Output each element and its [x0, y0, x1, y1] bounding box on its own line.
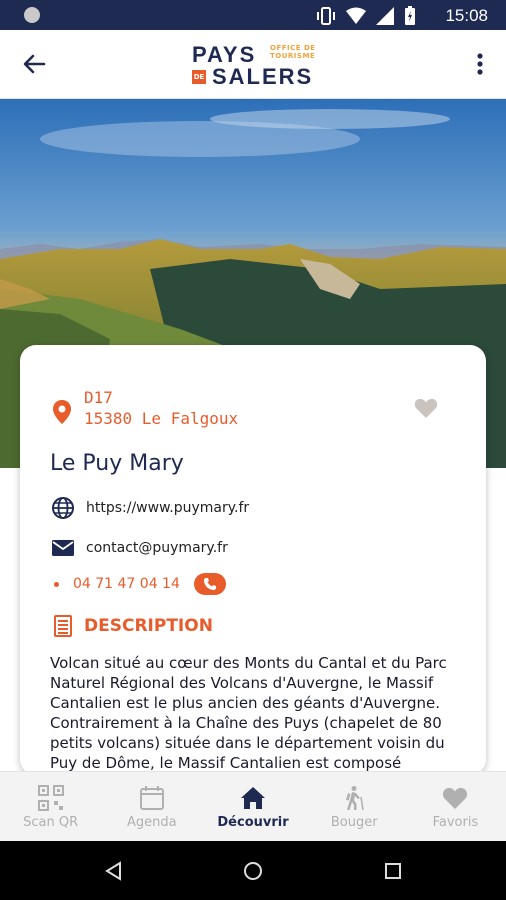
hiker-icon	[346, 785, 364, 810]
nav-favoris[interactable]: Favoris	[405, 772, 506, 842]
system-recents-icon[interactable]	[383, 861, 403, 881]
system-navigation-bar	[0, 841, 506, 900]
back-arrow-icon[interactable]	[20, 50, 48, 78]
document-icon	[54, 615, 72, 637]
address-line1: D17	[84, 388, 113, 407]
email-icon	[50, 535, 76, 561]
email-link[interactable]: contact@puymary.fr	[86, 540, 228, 556]
address: D17 15380 Le Falgoux	[84, 387, 238, 429]
system-home-icon[interactable]	[243, 861, 263, 881]
nav-bouger-label: Bouger	[330, 814, 378, 830]
description-heading: DESCRIPTION	[54, 615, 213, 637]
status-icons	[316, 6, 416, 26]
system-back-icon[interactable]	[104, 861, 124, 881]
favorite-heart-icon[interactable]	[414, 397, 438, 419]
email-row[interactable]: contact@puymary.fr	[50, 535, 228, 561]
nav-bouger[interactable]: Bouger	[304, 772, 405, 842]
wifi-icon	[346, 7, 366, 24]
nav-favoris-label: Favoris	[432, 814, 479, 830]
nav-agenda[interactable]: Agenda	[101, 772, 202, 842]
vibrate-icon	[317, 7, 335, 25]
signal-icon	[376, 7, 394, 25]
call-button[interactable]	[193, 573, 226, 595]
nav-scan-label: Scan QR	[23, 814, 79, 830]
nav-decouvrir-label: Découvrir	[217, 814, 289, 830]
location-pin-icon	[53, 400, 71, 424]
qr-code-icon	[37, 784, 64, 811]
battery-icon	[405, 6, 415, 25]
phone-icon	[203, 578, 216, 590]
nav-agenda-label: Agenda	[127, 814, 177, 830]
phone-row[interactable]: 04 71 47 04 14	[54, 573, 226, 595]
pays-de-salers-logo: PAYS OFFICE DE TOURISME DE SALERS	[192, 42, 316, 89]
nav-scan-qr[interactable]: Scan QR	[0, 772, 101, 842]
notification-dot-icon	[24, 7, 40, 23]
website-link[interactable]: https://www.puymary.fr	[86, 500, 249, 516]
bottom-navigation: Scan QR Agenda Découvrir Bouger Favoris	[0, 771, 506, 842]
phone-bullet	[54, 581, 59, 587]
globe-icon	[50, 495, 76, 521]
home-icon	[241, 786, 265, 809]
place-title: Le Puy Mary	[50, 451, 184, 476]
app-bar: PAYS OFFICE DE TOURISME DE SALERS	[0, 30, 506, 99]
website-row[interactable]: https://www.puymary.fr	[50, 495, 249, 521]
calendar-icon	[139, 785, 164, 810]
nav-decouvrir[interactable]: Découvrir	[202, 772, 303, 842]
place-card: D17 15380 Le Falgoux Le Puy Mary https:/…	[20, 345, 486, 775]
address-line2: 15380 Le Falgoux	[84, 409, 239, 428]
heart-icon	[443, 787, 468, 809]
description-text: Volcan situé au cœur des Monts du Cantal…	[50, 654, 447, 772]
phone-number[interactable]: 04 71 47 04 14	[73, 576, 180, 592]
status-bar: 15:08	[0, 0, 506, 30]
description-title: DESCRIPTION	[84, 616, 213, 636]
overflow-menu-icon[interactable]	[474, 50, 486, 78]
clock: 15:08	[445, 6, 488, 25]
